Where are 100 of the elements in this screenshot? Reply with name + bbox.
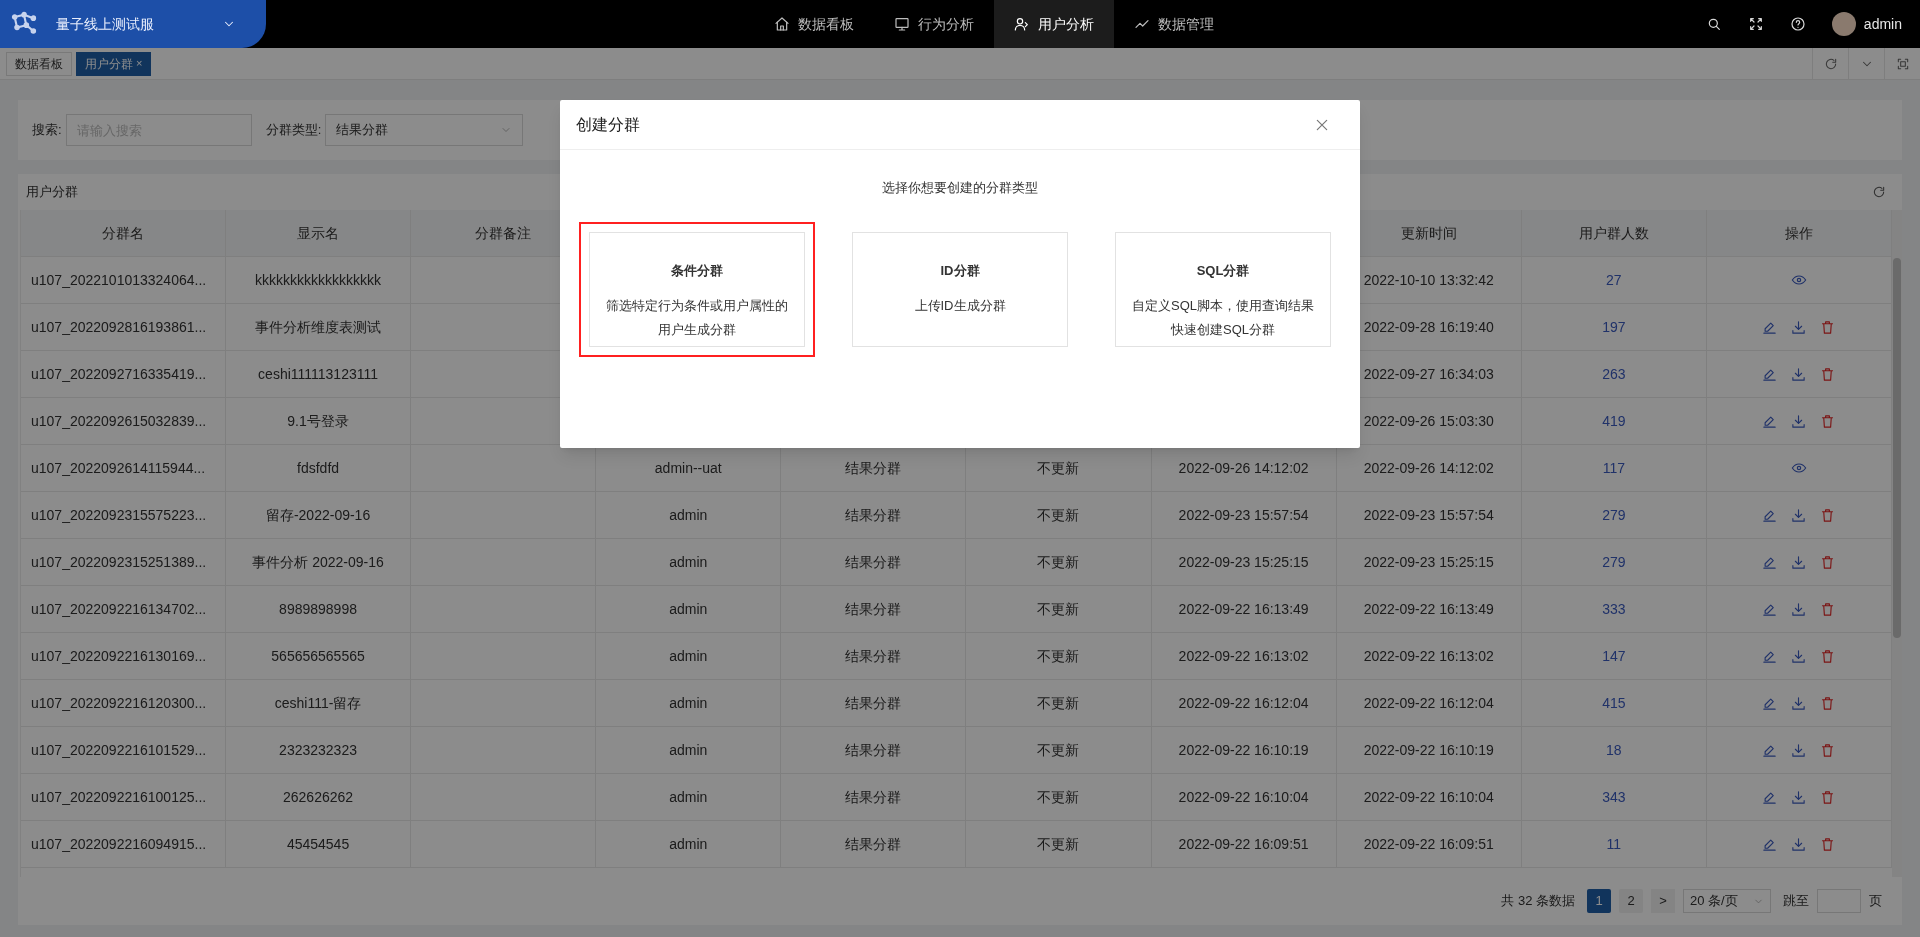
edit-pencil-icon[interactable]: [1762, 413, 1778, 429]
expand-arrows-icon[interactable]: [1747, 16, 1764, 32]
count-link[interactable]: 333: [1602, 598, 1626, 620]
page-size-select[interactable]: 20 条/页: [1683, 889, 1771, 913]
view-eye-icon[interactable]: [1790, 272, 1807, 288]
table-cell-text: u107_2022101013324064...: [31, 270, 207, 290]
count-link[interactable]: 415: [1602, 692, 1626, 714]
trash-icon[interactable]: [1820, 789, 1836, 805]
count-link[interactable]: 343: [1602, 786, 1626, 808]
trash-icon[interactable]: [1820, 413, 1836, 429]
refresh-icon[interactable]: [1823, 56, 1838, 71]
close-tab-button[interactable]: ×: [136, 55, 143, 72]
table-cell-text: 事件分析 2022-09-16: [252, 552, 384, 572]
trash-icon[interactable]: [1820, 836, 1836, 852]
next-page-button[interactable]: >: [1651, 889, 1675, 913]
table-cell-text: ceshi111113123111: [258, 364, 378, 384]
trash-icon[interactable]: [1820, 648, 1836, 664]
download-icon[interactable]: [1791, 601, 1807, 617]
table-title: 用户分群: [26, 183, 78, 202]
table-cell-text: 565656565565: [271, 646, 365, 666]
table-cell-text: u107_2022092716335419...: [31, 364, 207, 384]
count-link[interactable]: 27: [1606, 269, 1622, 291]
download-icon[interactable]: [1791, 648, 1807, 664]
count-link[interactable]: 419: [1602, 410, 1626, 432]
count-link[interactable]: 147: [1602, 645, 1626, 667]
table-cell-text: 2022-09-23 15:25:15: [1363, 552, 1494, 572]
download-icon[interactable]: [1791, 319, 1807, 335]
page-tab[interactable]: 用户分群 ×: [76, 51, 152, 76]
table-cell-text: 结果分群: [845, 646, 902, 666]
table-cell-text: 2022-09-22 16:13:49: [1363, 599, 1494, 619]
scrollbar-thumb[interactable]: [1893, 258, 1901, 638]
table-cell-text: 2022-09-26 14:12:02: [1363, 458, 1494, 478]
help-icon[interactable]: [1789, 16, 1806, 32]
trash-icon[interactable]: [1820, 554, 1836, 570]
count-link[interactable]: 279: [1602, 504, 1626, 526]
count-link[interactable]: 117: [1602, 457, 1625, 479]
download-icon[interactable]: [1791, 413, 1807, 429]
count-link[interactable]: 11: [1606, 833, 1622, 855]
trash-icon[interactable]: [1820, 742, 1836, 758]
monitor-icon: [894, 16, 910, 32]
edit-pencil-icon[interactable]: [1762, 554, 1778, 570]
download-icon[interactable]: [1791, 554, 1807, 570]
segment-type-card[interactable]: SQL分群 自定义SQL脚本，使用查询结果快速创建SQL分群: [1115, 231, 1331, 347]
edit-pencil-icon[interactable]: [1762, 507, 1778, 523]
trash-icon[interactable]: [1820, 319, 1836, 335]
view-eye-icon[interactable]: [1790, 460, 1807, 476]
table-cell-text: 9.1号登录: [287, 411, 349, 431]
page-button[interactable]: 2: [1619, 889, 1643, 913]
trash-icon[interactable]: [1820, 695, 1836, 711]
nav-tab[interactable]: 用户分析: [994, 0, 1114, 48]
table-cell-text: 2022-09-22 16:10:19: [1178, 740, 1309, 760]
type-label: 分群类型:: [265, 121, 322, 140]
table-cell-text: u107_2022092216130169...: [31, 646, 207, 666]
table-cell-text: 8989898998: [279, 599, 357, 619]
type-select[interactable]: 结果分群: [325, 114, 524, 146]
edit-pencil-icon[interactable]: [1762, 601, 1778, 617]
project-switcher[interactable]: 量子线上测试服: [0, 0, 266, 48]
nav-tab[interactable]: 行为分析: [874, 0, 994, 48]
download-icon[interactable]: [1791, 507, 1807, 523]
fullscreen-icon[interactable]: [1895, 56, 1910, 71]
count-link[interactable]: 279: [1602, 551, 1626, 573]
edit-pencil-icon[interactable]: [1762, 742, 1778, 758]
download-icon[interactable]: [1791, 366, 1807, 382]
trash-icon[interactable]: [1820, 366, 1836, 382]
table-cell-text: admin: [669, 693, 708, 713]
download-icon[interactable]: [1791, 789, 1807, 805]
edit-pencil-icon[interactable]: [1762, 695, 1778, 711]
trash-icon[interactable]: [1820, 601, 1836, 617]
table-cell-text: 2022-09-22 16:10:19: [1363, 740, 1494, 760]
table-cell-text: admin: [669, 646, 708, 666]
total-count: 共 32 条数据: [1501, 892, 1575, 911]
table-cell-text: admin--uat: [654, 458, 722, 478]
jump-label: 跳至: [1783, 892, 1809, 911]
page-tab[interactable]: 数据看板: [6, 51, 72, 76]
count-link[interactable]: 263: [1602, 363, 1626, 385]
download-icon[interactable]: [1791, 742, 1807, 758]
edit-pencil-icon[interactable]: [1762, 789, 1778, 805]
download-icon[interactable]: [1791, 695, 1807, 711]
avatar[interactable]: [1831, 12, 1856, 36]
table-cell-text: 不更新: [1037, 505, 1080, 525]
segment-type-card[interactable]: ID分群 上传ID生成分群: [852, 231, 1068, 347]
table-cell-text: 结果分群: [845, 787, 902, 807]
edit-pencil-icon[interactable]: [1762, 366, 1778, 382]
edit-pencil-icon[interactable]: [1762, 648, 1778, 664]
trash-icon[interactable]: [1820, 507, 1836, 523]
table-cell-text: 2022-09-22 16:13:02: [1363, 646, 1494, 666]
count-link[interactable]: 18: [1606, 739, 1622, 761]
nav-tab[interactable]: 数据看板: [754, 0, 874, 48]
refresh-icon[interactable]: [1872, 185, 1886, 199]
table-cell-text: 2022-09-23 15:57:54: [1363, 505, 1494, 525]
table-cell-text: admin: [669, 552, 708, 572]
segment-type-card[interactable]: 条件分群 筛选特定行为条件或用户属性的用户生成分群: [589, 231, 805, 347]
edit-pencil-icon[interactable]: [1762, 836, 1778, 852]
count-link[interactable]: 197: [1602, 316, 1626, 338]
table-cell-text: u107_2022092615032839...: [31, 411, 207, 431]
table-cell-text: 2022-09-23 15:25:15: [1178, 552, 1309, 572]
download-icon[interactable]: [1791, 836, 1807, 852]
edit-pencil-icon[interactable]: [1762, 319, 1778, 335]
nav-tab[interactable]: 数据管理: [1114, 0, 1234, 48]
page-button[interactable]: 1: [1587, 889, 1611, 913]
